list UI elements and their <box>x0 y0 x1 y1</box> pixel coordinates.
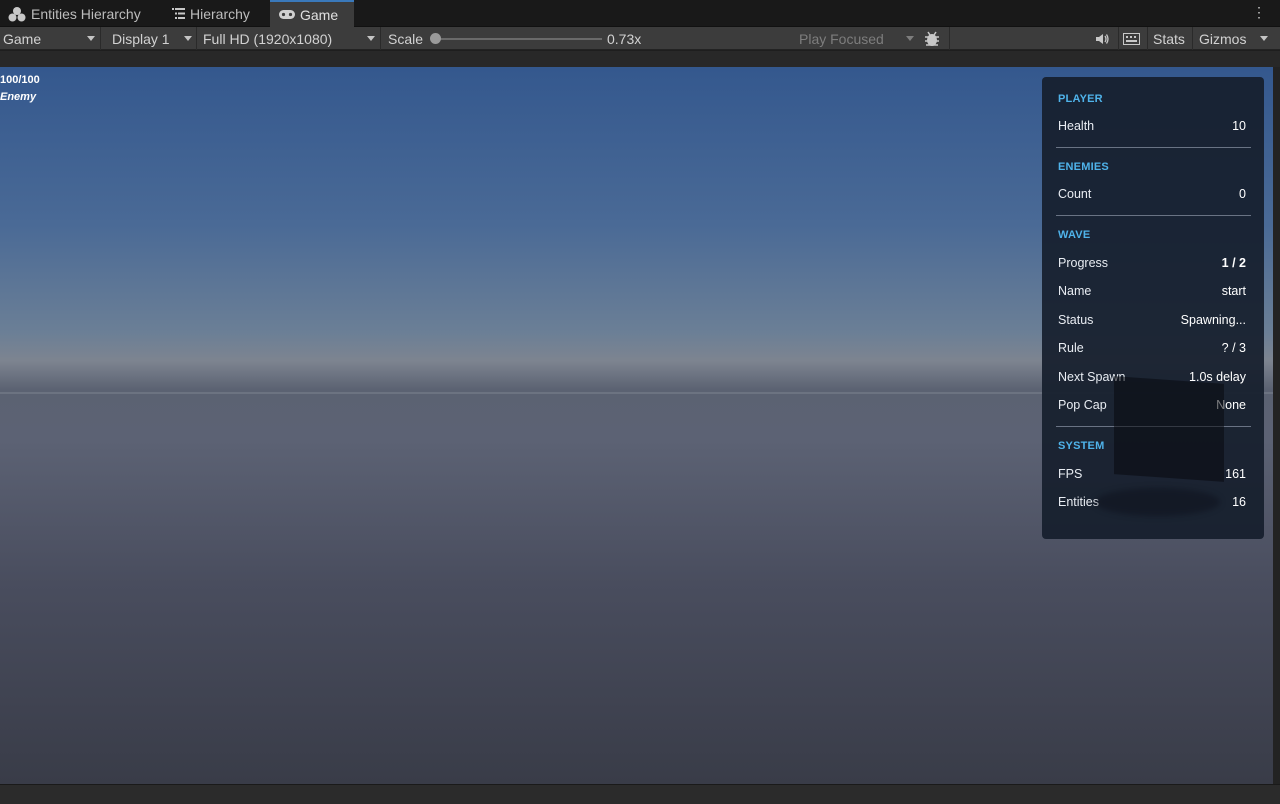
row-label: Health <box>1058 119 1095 133</box>
row-label: Pop Cap <box>1058 398 1107 412</box>
enemies-count-row: Count 0 <box>1058 186 1246 202</box>
wave-section-title: WAVE <box>1058 229 1091 241</box>
scene-cube <box>1114 376 1224 482</box>
row-value: Spawning... <box>1180 313 1246 327</box>
game-view-toolbar: Game Display 1 Full HD (1920x1080) Scale… <box>0 27 1280 50</box>
scale-slider-track[interactable] <box>436 38 602 40</box>
cube-shadow <box>1095 488 1220 516</box>
row-value: 1 / 2 <box>1221 256 1246 270</box>
player-section-title: PLAYER <box>1058 93 1103 105</box>
wave-rule-row: Rule ? / 3 <box>1058 340 1246 356</box>
row-value: 161 <box>1225 467 1246 481</box>
row-label: Status <box>1058 313 1094 327</box>
wave-status-row: Status Spawning... <box>1058 312 1246 328</box>
chevron-down-icon <box>184 36 192 41</box>
scale-slider-handle[interactable] <box>430 33 441 44</box>
entities-icon <box>8 6 26 22</box>
status-bar <box>0 784 1280 804</box>
stats-button[interactable]: Stats <box>1150 27 1193 50</box>
debug-bug-icon[interactable] <box>920 27 950 50</box>
resolution-label: Full HD (1920x1080) <box>203 30 333 47</box>
tab-game[interactable]: Game <box>270 0 354 27</box>
row-label: Name <box>1058 284 1092 298</box>
gizmos-dropdown[interactable]: Gizmos <box>1196 27 1276 50</box>
row-label: Rule <box>1058 341 1084 355</box>
row-label: Progress <box>1058 256 1109 270</box>
wave-name-row: Name start <box>1058 283 1246 299</box>
display-dropdown[interactable]: Display 1 <box>101 27 197 50</box>
viewport-top-strip <box>0 51 1280 67</box>
hierarchy-list-icon <box>172 8 185 19</box>
play-focused-dropdown[interactable]: Play Focused <box>796 27 918 50</box>
system-section-title: SYSTEM <box>1058 440 1105 452</box>
game-mode-label: Game <box>3 30 42 47</box>
row-label: Entities <box>1058 495 1099 509</box>
resolution-dropdown[interactable]: Full HD (1920x1080) <box>197 27 381 50</box>
section-divider <box>1056 147 1251 148</box>
enemy-name-text: Enemy <box>0 91 37 103</box>
gizmos-label: Gizmos <box>1199 30 1247 47</box>
enemies-section-title: ENEMIES <box>1058 161 1109 173</box>
display-label: Display 1 <box>112 30 170 47</box>
row-value: 16 <box>1232 495 1246 509</box>
tab-label: Entities Hierarchy <box>31 5 141 22</box>
tab-entities-hierarchy[interactable]: Entities Hierarchy <box>8 0 158 27</box>
scale-value: 0.73x <box>607 30 642 47</box>
player-health-row: Health 10 <box>1058 118 1246 134</box>
chevron-down-icon <box>906 36 914 41</box>
right-edge-strip <box>1273 67 1280 784</box>
row-value: 0 <box>1239 187 1246 201</box>
chevron-down-icon <box>1260 36 1268 41</box>
tab-label: Game <box>300 6 339 23</box>
game-mode-dropdown[interactable]: Game <box>0 27 101 50</box>
play-focused-label: Play Focused <box>799 30 884 47</box>
row-value: ? / 3 <box>1221 341 1246 355</box>
scale-label: Scale <box>388 30 424 47</box>
section-divider <box>1056 215 1251 216</box>
audio-speaker-icon[interactable] <box>1091 27 1119 50</box>
keyboard-icon[interactable] <box>1120 27 1148 50</box>
chevron-down-icon <box>367 36 375 41</box>
more-options-icon[interactable]: ⋮ <box>1252 5 1266 19</box>
editor-tab-bar: Entities Hierarchy Hierarchy Game ⋮ <box>0 0 1280 27</box>
row-value: start <box>1221 284 1246 298</box>
tab-label: Hierarchy <box>190 5 250 22</box>
row-label: Count <box>1058 187 1092 201</box>
wave-progress-row: Progress 1 / 2 <box>1058 255 1246 271</box>
tab-hierarchy[interactable]: Hierarchy <box>172 0 267 27</box>
enemy-health-text: 100/100 <box>0 74 40 86</box>
row-label: FPS <box>1058 467 1083 481</box>
gamepad-icon <box>279 9 295 20</box>
row-value: 10 <box>1232 119 1246 133</box>
chevron-down-icon <box>87 36 95 41</box>
